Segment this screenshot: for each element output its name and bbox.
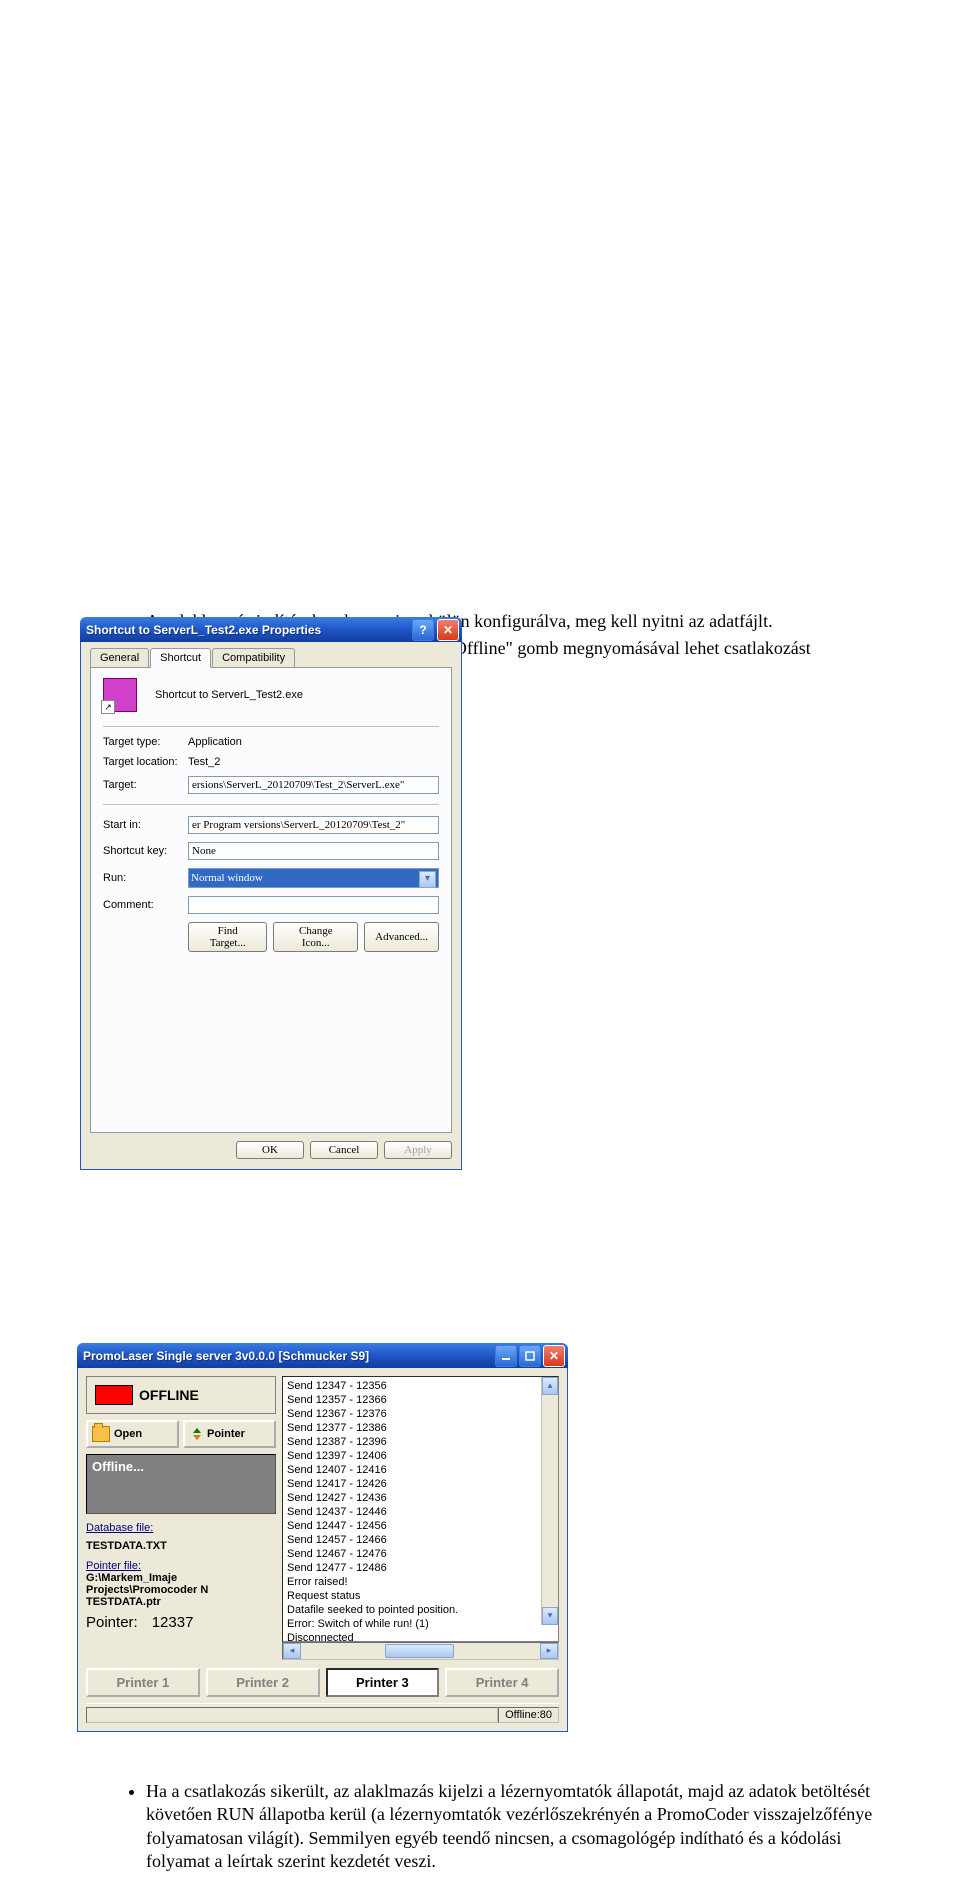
log-line: Send 12467 - 12476 xyxy=(287,1547,554,1561)
pointer-file-path: G:\Markem_Imaje Projects\Promocoder N xyxy=(86,1572,276,1596)
pointer-file-label[interactable]: Pointer file: xyxy=(86,1560,276,1572)
offline-label: OFFLINE xyxy=(139,1387,199,1403)
window-title: Shortcut to ServerL_Test2.exe Properties xyxy=(86,623,412,637)
change-icon-button[interactable]: Change Icon... xyxy=(273,922,358,952)
printer-4-button[interactable]: Printer 4 xyxy=(445,1668,559,1697)
tab-shortcut[interactable]: Shortcut xyxy=(150,648,211,668)
paragraph-block-2: Ha a csatlakozás sikerült, az alaklmazás… xyxy=(110,1780,880,1878)
help-icon[interactable]: ? xyxy=(412,619,434,641)
offline-button[interactable]: OFFLINE xyxy=(86,1376,276,1414)
pointer-file-name: TESTDATA.ptr xyxy=(86,1596,276,1608)
titlebar[interactable]: PromoLaser Single server 3v0.0.0 [Schmuc… xyxy=(77,1343,568,1368)
folder-icon xyxy=(92,1426,110,1442)
log-listbox[interactable]: Send 12347 - 12356Send 12357 - 12366Send… xyxy=(282,1376,559,1642)
start-in-input[interactable] xyxy=(188,816,439,834)
label-target-location: Target location: xyxy=(103,756,188,768)
tab-general[interactable]: General xyxy=(90,648,149,668)
shortcut-key-input[interactable] xyxy=(188,842,439,860)
advanced-button[interactable]: Advanced... xyxy=(364,922,439,952)
log-line: Send 12367 - 12376 xyxy=(287,1407,554,1421)
close-icon[interactable]: ✕ xyxy=(543,1345,565,1367)
shortcut-name: Shortcut to ServerL_Test2.exe xyxy=(155,689,303,701)
log-line: Send 12427 - 12436 xyxy=(287,1491,554,1505)
value-target-type: Application xyxy=(188,736,242,748)
shortcut-file-icon xyxy=(103,678,137,712)
log-line: Send 12407 - 12416 xyxy=(287,1463,554,1477)
database-file-label[interactable]: Database file: xyxy=(86,1522,276,1534)
scroll-down-icon[interactable]: ▾ xyxy=(542,1607,558,1625)
log-line: Send 12437 - 12446 xyxy=(287,1505,554,1519)
run-select[interactable]: Normal window xyxy=(188,868,439,888)
window-title: PromoLaser Single server 3v0.0.0 [Schmuc… xyxy=(83,1349,495,1363)
scrollbar-horizontal[interactable]: ◂ ▸ xyxy=(282,1642,559,1660)
close-icon[interactable]: ✕ xyxy=(437,619,459,641)
printer-3-button[interactable]: Printer 3 xyxy=(326,1668,440,1697)
status-panel: Offline... xyxy=(86,1454,276,1514)
apply-button[interactable]: Apply xyxy=(384,1141,452,1159)
database-file-value: TESTDATA.TXT xyxy=(86,1540,276,1552)
pointer-arrows-icon xyxy=(189,1427,203,1441)
value-target-location: Test_2 xyxy=(188,756,220,768)
log-line: Error: Switch of while run! (1) xyxy=(287,1617,554,1631)
scrollbar-vertical[interactable]: ▴ ▾ xyxy=(541,1377,558,1625)
pointer-counter-value: 12337 xyxy=(152,1614,194,1631)
open-label: Open xyxy=(114,1428,142,1440)
log-line: Send 12447 - 12456 xyxy=(287,1519,554,1533)
status-red-icon xyxy=(95,1385,133,1405)
open-button[interactable]: Open xyxy=(86,1420,179,1448)
scroll-up-icon[interactable]: ▴ xyxy=(542,1377,558,1395)
log-line: Send 12357 - 12366 xyxy=(287,1393,554,1407)
label-shortcut-key: Shortcut key: xyxy=(103,845,188,857)
log-line: Send 12477 - 12486 xyxy=(287,1561,554,1575)
log-line: Send 12387 - 12396 xyxy=(287,1435,554,1449)
printer-1-button[interactable]: Printer 1 xyxy=(86,1668,200,1697)
promolaser-window: PromoLaser Single server 3v0.0.0 [Schmuc… xyxy=(77,1343,568,1732)
scroll-thumb[interactable] xyxy=(385,1644,454,1658)
log-line: Send 12417 - 12426 xyxy=(287,1477,554,1491)
label-target-type: Target type: xyxy=(103,736,188,748)
printer-2-button[interactable]: Printer 2 xyxy=(206,1668,320,1697)
find-target-button[interactable]: Find Target... xyxy=(188,922,267,952)
label-start-in: Start in: xyxy=(103,819,188,831)
tab-compatibility[interactable]: Compatibility xyxy=(212,648,295,668)
maximize-icon[interactable] xyxy=(519,1345,541,1367)
scroll-right-icon[interactable]: ▸ xyxy=(540,1643,558,1659)
statusbar-text: Offline:80 xyxy=(498,1707,559,1723)
pointer-counter-label: Pointer: xyxy=(86,1614,138,1631)
comment-input[interactable] xyxy=(188,896,439,914)
log-line: Send 12377 - 12386 xyxy=(287,1421,554,1435)
log-line: Disconnected xyxy=(287,1631,554,1642)
target-input[interactable] xyxy=(188,776,439,794)
log-line: Send 12397 - 12406 xyxy=(287,1449,554,1463)
ok-button[interactable]: OK xyxy=(236,1141,304,1159)
label-comment: Comment: xyxy=(103,899,188,911)
log-line: Send 12347 - 12356 xyxy=(287,1379,554,1393)
minimize-icon[interactable] xyxy=(495,1345,517,1367)
scroll-left-icon[interactable]: ◂ xyxy=(283,1643,301,1659)
log-line: Request status xyxy=(287,1589,554,1603)
log-line: Send 12457 - 12466 xyxy=(287,1533,554,1547)
cancel-button[interactable]: Cancel xyxy=(310,1141,378,1159)
pointer-button[interactable]: Pointer xyxy=(183,1420,276,1448)
label-target: Target: xyxy=(103,779,188,791)
bullet-item: Ha a csatlakozás sikerült, az alaklmazás… xyxy=(146,1780,880,1874)
pointer-label: Pointer xyxy=(207,1428,245,1440)
titlebar[interactable]: Shortcut to ServerL_Test2.exe Properties… xyxy=(80,617,462,642)
status-bar: Offline:80 xyxy=(86,1703,559,1723)
log-line: Datafile seeked to pointed position. xyxy=(287,1603,554,1617)
log-line: Error raised! xyxy=(287,1575,554,1589)
properties-window: Shortcut to ServerL_Test2.exe Properties… xyxy=(80,617,462,1170)
label-run: Run: xyxy=(103,872,188,884)
